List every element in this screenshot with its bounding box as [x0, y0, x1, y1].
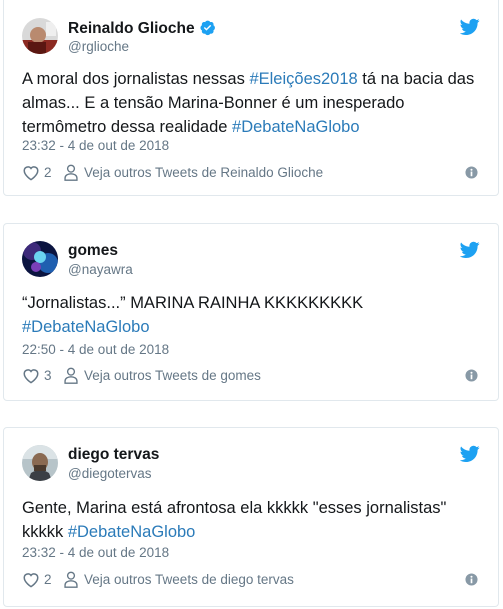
more-tweets-link[interactable]: Veja outros Tweets de diego tervas [64, 571, 294, 588]
tweet-actions: 3 Veja outros Tweets de gomes [22, 367, 482, 389]
like-count: 2 [44, 572, 52, 587]
hashtag-link[interactable]: #DebateNaGlobo [232, 118, 360, 136]
more-tweets-label: Veja outros Tweets de Reinaldo Glioche [84, 165, 324, 180]
avatar[interactable] [22, 445, 58, 481]
twitter-bird-icon[interactable] [460, 18, 480, 36]
person-icon [64, 367, 78, 384]
like-button[interactable]: 2 [22, 571, 52, 588]
more-tweets-link[interactable]: Veja outros Tweets de gomes [64, 367, 261, 384]
twitter-bird-icon[interactable] [460, 241, 480, 259]
twitter-bird-icon[interactable] [460, 445, 480, 463]
tweet-text: Gente, Marina está afrontosa ela kkkkk "… [22, 499, 447, 541]
author-handle[interactable]: @nayawra [68, 262, 133, 277]
tweet-actions: 2 Veja outros Tweets de diego tervas [22, 571, 482, 593]
heart-icon [23, 369, 39, 384]
more-tweets-label: Veja outros Tweets de diego tervas [84, 572, 294, 587]
more-tweets-label: Veja outros Tweets de gomes [84, 368, 261, 383]
tweet-timestamp[interactable]: 22:50 - 4 de out de 2018 [22, 342, 169, 357]
tweet-timestamp[interactable]: 23:32 - 4 de out de 2018 [22, 545, 169, 560]
person-icon [64, 164, 78, 181]
tweet-timestamp[interactable]: 23:32 - 4 de out de 2018 [22, 138, 169, 153]
avatar[interactable] [22, 241, 58, 277]
like-button[interactable]: 2 [22, 164, 52, 181]
author-handle[interactable]: @rglioche [68, 39, 129, 54]
more-tweets-link[interactable]: Veja outros Tweets de Reinaldo Glioche [64, 164, 323, 181]
verified-badge-icon [200, 20, 215, 36]
person-icon [64, 571, 78, 588]
info-icon[interactable] [465, 166, 478, 179]
author-name[interactable]: diego tervas [68, 446, 159, 464]
author-handle[interactable]: @diegotervas [68, 466, 152, 481]
tweet-card[interactable]: Reinaldo Glioche @rglioche A moral dos j… [3, 0, 499, 196]
tweet-header: gomes @nayawra [22, 241, 482, 281]
info-icon[interactable] [465, 369, 478, 382]
tweet-actions: 2 Veja outros Tweets de Reinaldo Glioche [22, 164, 482, 186]
avatar[interactable] [22, 18, 58, 54]
hashtag-link[interactable]: #DebateNaGlobo [22, 318, 150, 336]
heart-icon [23, 166, 39, 181]
heart-icon [23, 573, 39, 588]
info-icon[interactable] [465, 573, 478, 586]
author-name[interactable]: Reinaldo Glioche [68, 19, 216, 38]
tweet-text: A moral dos jornalistas nessas #Eleições… [22, 70, 475, 136]
like-button[interactable]: 3 [22, 367, 52, 384]
hashtag-link[interactable]: #DebateNaGlobo [68, 523, 196, 541]
tweet-text: “Jornalistas...” MARINA RAINHA KKKKKKKKK… [22, 294, 364, 336]
like-count: 2 [44, 165, 52, 180]
author-name[interactable]: gomes [68, 242, 118, 260]
hashtag-link[interactable]: #Eleições2018 [249, 70, 357, 88]
tweet-header: Reinaldo Glioche @rglioche [22, 18, 482, 58]
tweet-header: diego tervas @diegotervas [22, 445, 482, 485]
tweet-card[interactable]: gomes @nayawra “Jornalistas...” MARINA R… [3, 223, 499, 401]
like-count: 3 [44, 368, 52, 383]
tweet-card[interactable]: diego tervas @diegotervas Gente, Marina … [3, 427, 499, 607]
